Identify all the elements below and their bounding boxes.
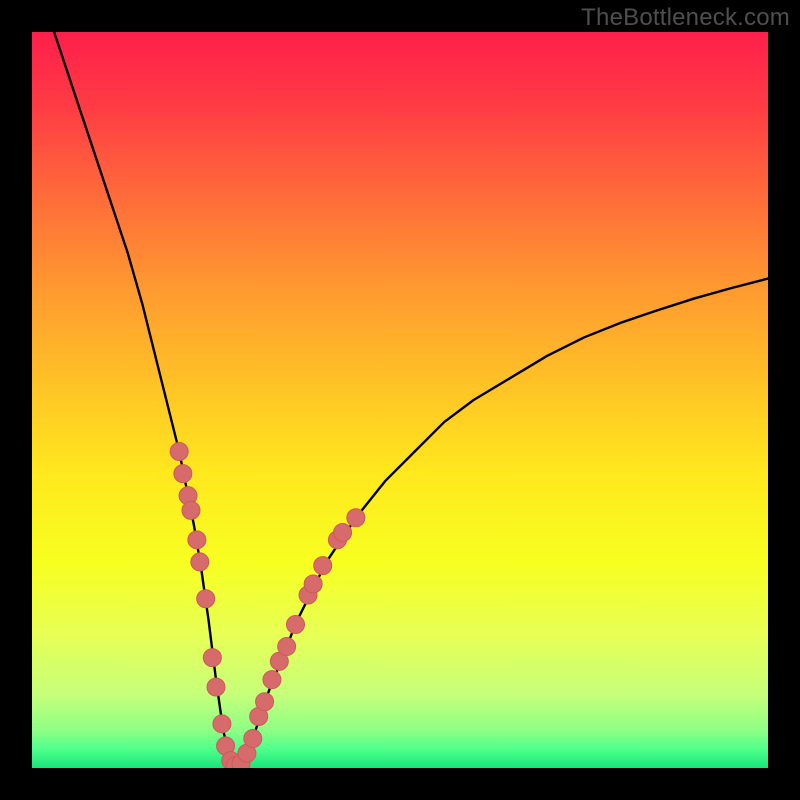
data-dot (286, 615, 304, 633)
chart-frame: TheBottleneck.com (0, 0, 800, 800)
data-dot (256, 693, 274, 711)
data-dot (278, 638, 296, 656)
data-dot (182, 501, 200, 519)
data-dot (347, 509, 365, 527)
data-dot (213, 715, 231, 733)
data-dot (207, 678, 225, 696)
data-dot (304, 575, 322, 593)
data-dot (197, 590, 215, 608)
data-dot (244, 730, 262, 748)
data-dot (203, 649, 221, 667)
data-dot (170, 443, 188, 461)
data-dot (263, 671, 281, 689)
bottleneck-chart (32, 32, 768, 768)
gradient-background (32, 32, 768, 768)
data-dot (314, 557, 332, 575)
plot-area (32, 32, 768, 768)
data-dot (174, 465, 192, 483)
watermark-text: TheBottleneck.com (581, 4, 790, 32)
data-dot (191, 553, 209, 571)
data-dot (188, 531, 206, 549)
data-dot (334, 523, 352, 541)
